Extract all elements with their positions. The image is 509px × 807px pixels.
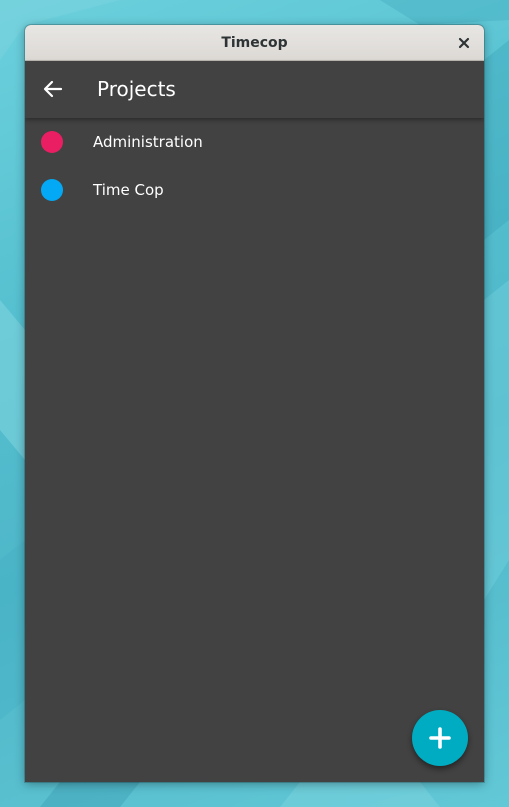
project-color-dot [41,131,63,153]
app-window: Timecop Projects Administration Time Cop [25,25,484,782]
projects-list: Administration Time Cop [25,118,484,214]
project-item-time-cop[interactable]: Time Cop [25,166,484,214]
arrow-back-icon [43,80,63,98]
close-icon [458,37,470,49]
project-name: Time Cop [93,181,164,199]
project-name: Administration [93,133,203,151]
project-color-dot [41,179,63,201]
window-titlebar[interactable]: Timecop [25,25,484,61]
add-icon [429,727,451,749]
window-title: Timecop [221,35,288,51]
page-title: Projects [97,77,176,101]
app-bar: Projects [25,61,484,118]
window-close-button[interactable] [452,31,476,55]
add-project-button[interactable] [412,710,468,766]
project-item-administration[interactable]: Administration [25,118,484,166]
back-button[interactable] [37,73,69,105]
